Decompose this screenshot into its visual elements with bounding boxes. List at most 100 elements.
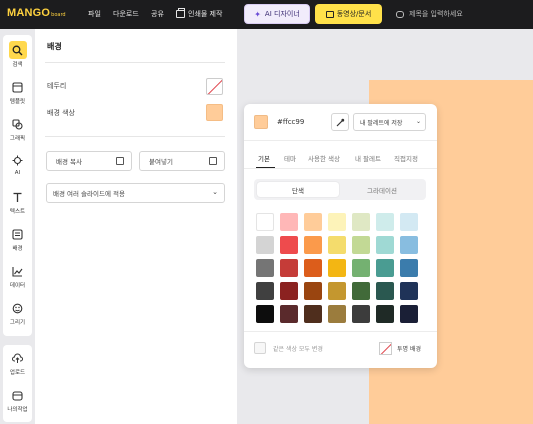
copy-background-label: 배경 복사 (56, 158, 82, 166)
background-panel: 배경 테두리 배경 색상 배경 복사 붙여넣기 배경 여러 슬라이드에 적용 ⌄ (35, 29, 237, 424)
nav-draw-label: 그리기 (9, 320, 26, 326)
nav-data[interactable]: 데이터 (3, 262, 32, 289)
tab-my-palette[interactable]: 내 팔레트 (355, 153, 381, 163)
nav-draw[interactable]: 그리기 (3, 299, 32, 326)
color-swatch[interactable] (400, 305, 418, 323)
solid-option[interactable]: 단색 (257, 182, 339, 197)
title-input[interactable]: 제목을 입력하세요 (396, 9, 463, 19)
color-swatch[interactable] (352, 259, 370, 277)
transparent-background-button[interactable]: 투명 배경 (379, 342, 421, 355)
nav-background[interactable]: 배경 (3, 225, 32, 252)
background-icon (9, 225, 27, 243)
no-color-slash (207, 79, 222, 94)
divider (244, 331, 437, 332)
nav-search[interactable]: 검색 (3, 41, 32, 68)
print-label: 인쇄물 제작 (188, 10, 223, 18)
color-swatch[interactable] (376, 259, 394, 277)
nav-graphic[interactable]: 그래픽 (3, 115, 32, 142)
color-swatch[interactable] (280, 259, 298, 277)
color-swatch[interactable] (376, 282, 394, 300)
color-swatch[interactable] (376, 213, 394, 231)
menu-download[interactable]: 다운로드 (113, 9, 139, 19)
border-color-swatch[interactable] (206, 78, 223, 95)
apply-same-color-checkbox[interactable]: 같은 색상 모두 변경 (254, 342, 323, 354)
menu-share[interactable]: 공유 (151, 9, 164, 19)
tab-basic[interactable]: 기본 (258, 153, 270, 163)
color-swatch[interactable] (400, 282, 418, 300)
color-swatch[interactable] (376, 236, 394, 254)
border-label: 테두리 (47, 82, 67, 90)
color-swatch[interactable] (376, 305, 394, 323)
color-swatch[interactable] (352, 305, 370, 323)
transparent-label: 투명 배경 (397, 346, 421, 353)
color-swatch[interactable] (304, 236, 322, 254)
eyedropper-button[interactable] (331, 113, 349, 131)
paste-button[interactable]: 붙여넣기 (139, 151, 225, 171)
color-swatch[interactable] (280, 282, 298, 300)
color-swatch[interactable] (256, 305, 274, 323)
tab-theme[interactable]: 테마 (284, 153, 296, 163)
left-nav-bottom: 업로드 나의작업 (3, 345, 32, 422)
color-swatch[interactable] (280, 305, 298, 323)
color-swatch[interactable] (400, 259, 418, 277)
paste-icon (209, 157, 217, 165)
paste-label: 붙여넣기 (149, 158, 173, 166)
tab-used-colors[interactable]: 사용한 색상 (308, 153, 340, 163)
fill-type-toggle: 단색 그라데이션 (254, 179, 426, 200)
nav-upload[interactable]: 업로드 (3, 349, 32, 376)
my-work-icon (9, 386, 27, 404)
save-palette-select[interactable]: 내 팔레트에 저장 ⌄ (353, 113, 426, 131)
panel-title: 배경 (47, 42, 62, 51)
video-document-button[interactable]: 동영상/문서 (315, 4, 382, 24)
color-swatch[interactable] (256, 282, 274, 300)
color-swatch[interactable] (256, 236, 274, 254)
color-swatch[interactable] (304, 282, 322, 300)
divider (45, 62, 225, 63)
color-swatch[interactable] (256, 213, 274, 231)
color-swatch[interactable] (352, 213, 370, 231)
bg-color-swatch[interactable] (206, 104, 223, 121)
ai-icon (9, 151, 27, 169)
menu-file[interactable]: 파일 (88, 9, 101, 19)
color-swatch[interactable] (280, 236, 298, 254)
gradient-option[interactable]: 그라데이션 (341, 182, 423, 197)
color-swatch[interactable] (256, 259, 274, 277)
tab-custom[interactable]: 직접지정 (394, 153, 418, 163)
nav-template[interactable]: 템플릿 (3, 78, 32, 105)
print-production-button[interactable]: 인쇄물 제작 (176, 8, 223, 19)
top-bar: MANGO board 파일 다운로드 공유 인쇄물 제작 ✦ AI 디자이너 … (0, 0, 533, 29)
nav-my-work[interactable]: 나의작업 (3, 386, 32, 413)
color-swatch[interactable] (304, 213, 322, 231)
text-icon (9, 188, 27, 206)
ai-designer-button[interactable]: ✦ AI 디자이너 (244, 4, 310, 24)
search-icon (8, 41, 27, 59)
ai-designer-label: AI 디자이너 (264, 10, 300, 18)
divider (45, 136, 225, 137)
color-swatch[interactable] (400, 213, 418, 231)
hex-value[interactable]: #ffcc99 (277, 118, 304, 126)
apply-label: 배경 여러 슬라이드에 적용 (53, 190, 125, 198)
video-icon (325, 10, 334, 18)
color-swatch[interactable] (328, 236, 346, 254)
color-swatch[interactable] (304, 259, 322, 277)
graphic-icon (9, 115, 27, 133)
color-swatch[interactable] (352, 282, 370, 300)
color-swatch[interactable] (280, 213, 298, 231)
color-swatch[interactable] (328, 213, 346, 231)
upload-icon (9, 349, 27, 367)
color-swatch[interactable] (400, 236, 418, 254)
color-swatch[interactable] (328, 259, 346, 277)
nav-text[interactable]: 텍스트 (3, 188, 32, 215)
copy-background-button[interactable]: 배경 복사 (46, 151, 132, 171)
logo[interactable]: MANGO board (7, 7, 66, 19)
nav-upload-label: 업로드 (9, 370, 26, 376)
color-swatch[interactable] (304, 305, 322, 323)
nav-ai[interactable]: AI (3, 151, 32, 176)
color-swatch[interactable] (328, 282, 346, 300)
cloud-icon (396, 10, 404, 18)
color-swatch[interactable] (352, 236, 370, 254)
color-swatch[interactable] (328, 305, 346, 323)
chart-icon (9, 262, 27, 280)
divider (244, 140, 437, 141)
apply-multiple-slides-select[interactable]: 배경 여러 슬라이드에 적용 ⌄ (46, 183, 225, 203)
